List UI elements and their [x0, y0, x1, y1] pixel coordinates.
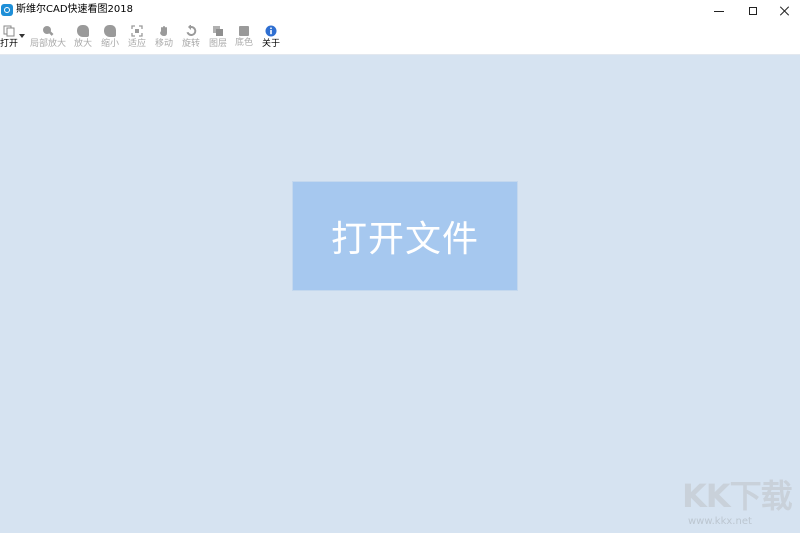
minimize-icon	[714, 10, 724, 12]
maximize-button[interactable]	[735, 0, 771, 22]
close-icon	[780, 6, 790, 16]
zoom-in-icon	[77, 25, 89, 37]
toolbar-zoom-in-button[interactable]: 放大	[73, 24, 93, 52]
pan-hand-icon	[160, 26, 167, 36]
fit-view-icon	[131, 25, 143, 37]
toolbar-zoom-window-label: 局部放大	[29, 39, 66, 49]
toolbar-zoom-out-label: 缩小	[100, 39, 119, 49]
app-logo-icon	[1, 4, 13, 16]
toolbar-pan-label: 移动	[154, 39, 173, 49]
toolbar: 打开 局部放大 放大 缩小 适应 移动 旋转 图层 底色 关于	[0, 22, 800, 55]
toolbar-fit-view-button[interactable]: 适应	[127, 24, 147, 52]
close-button[interactable]	[767, 0, 800, 22]
toolbar-about-button[interactable]: 关于	[261, 24, 281, 52]
toolbar-zoom-out-button[interactable]: 缩小	[100, 24, 120, 52]
rotate-icon	[186, 25, 197, 36]
toolbar-open-button[interactable]: 打开	[0, 24, 18, 52]
app-window: 斯维尔CAD快速看图2018 打开 局部放大 放大 缩小 适应 移动 旋转 图层…	[0, 0, 800, 533]
toolbar-layers-label: 图层	[208, 39, 227, 49]
open-file-button[interactable]: 打开文件	[292, 181, 518, 291]
toolbar-zoom-window-button[interactable]: 局部放大	[29, 24, 67, 52]
watermark-url: www.kkx.net	[688, 516, 752, 527]
toolbar-zoom-in-label: 放大	[73, 39, 92, 49]
maximize-icon	[749, 7, 757, 15]
window-title: 斯维尔CAD快速看图2018	[16, 4, 133, 15]
title-bar: 斯维尔CAD快速看图2018	[0, 0, 800, 22]
toolbar-layers-button[interactable]: 图层	[208, 24, 228, 52]
watermark-logo: KK下载	[682, 477, 793, 515]
toolbar-about-label: 关于	[261, 39, 280, 49]
toolbar-background-color-button[interactable]: 底色	[234, 24, 254, 52]
open-dropdown-arrow-icon[interactable]	[19, 34, 25, 38]
toolbar-background-color-label: 底色	[234, 38, 253, 48]
toolbar-fit-view-label: 适应	[127, 39, 146, 49]
watermark: KK下载 www.kkx.net	[682, 478, 794, 528]
info-icon	[265, 25, 277, 37]
toolbar-rotate-label: 旋转	[181, 39, 200, 49]
background-color-icon	[239, 26, 249, 36]
zoom-out-icon	[104, 25, 116, 37]
toolbar-pan-button[interactable]: 移动	[154, 24, 174, 52]
drawing-canvas[interactable]: 打开文件	[0, 55, 800, 533]
toolbar-open-label: 打开	[0, 39, 19, 49]
toolbar-rotate-button[interactable]: 旋转	[181, 24, 201, 52]
open-file-icon	[3, 25, 15, 37]
zoom-window-icon	[43, 26, 54, 36]
minimize-button[interactable]	[701, 0, 737, 22]
layers-icon	[213, 26, 223, 36]
